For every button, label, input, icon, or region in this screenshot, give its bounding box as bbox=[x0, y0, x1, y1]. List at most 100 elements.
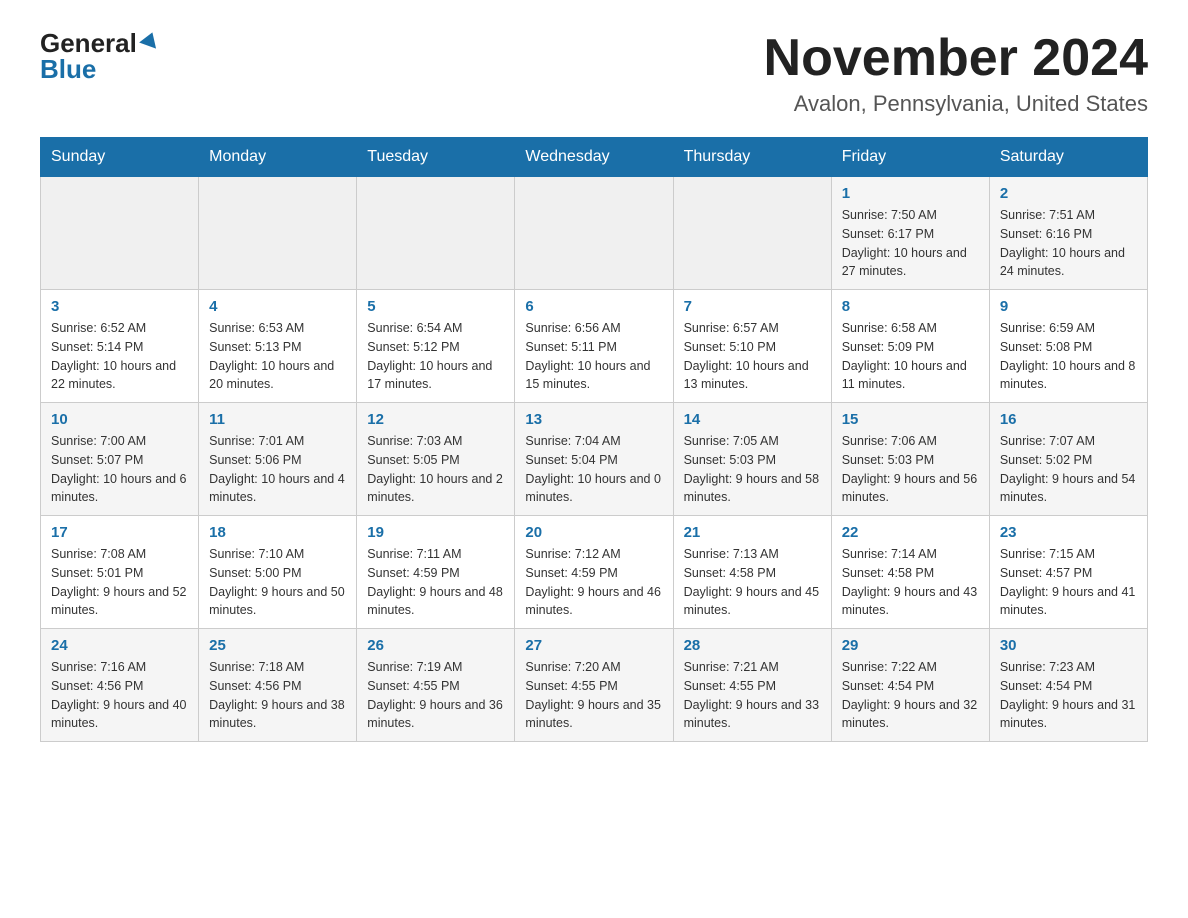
day-number: 11 bbox=[209, 411, 346, 428]
day-info: Sunrise: 7:13 AM Sunset: 4:58 PM Dayligh… bbox=[684, 545, 821, 620]
day-number: 23 bbox=[1000, 524, 1137, 541]
calendar-day-cell: 10 Sunrise: 7:00 AM Sunset: 5:07 PM Dayli… bbox=[41, 403, 199, 516]
day-number: 1 bbox=[842, 185, 979, 202]
calendar-day-cell: 20 Sunrise: 7:12 AM Sunset: 4:59 PM Dayli… bbox=[515, 516, 673, 629]
calendar-day-cell: 29 Sunrise: 7:22 AM Sunset: 4:54 PM Dayli… bbox=[831, 629, 989, 742]
calendar-day-cell: 11Sunrise: 7:01 AM Sunset: 5:06 PM Dayli… bbox=[199, 403, 357, 516]
day-number: 18 bbox=[209, 524, 346, 541]
day-info: Sunrise: 6:58 AM Sunset: 5:09 PM Dayligh… bbox=[842, 319, 979, 394]
calendar-day-cell: 22Sunrise: 7:14 AM Sunset: 4:58 PM Dayli… bbox=[831, 516, 989, 629]
day-number: 28 bbox=[684, 637, 821, 654]
calendar-day-cell: 26 Sunrise: 7:19 AM Sunset: 4:55 PM Dayli… bbox=[357, 629, 515, 742]
day-info: Sunrise: 7:23 AM Sunset: 4:54 PM Dayligh… bbox=[1000, 658, 1137, 733]
calendar-day-cell: 2 Sunrise: 7:51 AM Sunset: 6:16 PM Daylig… bbox=[989, 177, 1147, 290]
day-number: 20 bbox=[525, 524, 662, 541]
calendar-day-cell: 18 Sunrise: 7:10 AM Sunset: 5:00 PM Dayli… bbox=[199, 516, 357, 629]
calendar-day-cell: 6 Sunrise: 6:56 AM Sunset: 5:11 PM Daylig… bbox=[515, 290, 673, 403]
calendar-day-cell: 17 Sunrise: 7:08 AM Sunset: 5:01 PM Dayli… bbox=[41, 516, 199, 629]
day-info: Sunrise: 7:07 AM Sunset: 5:02 PM Dayligh… bbox=[1000, 432, 1137, 507]
day-info: Sunrise: 6:52 AM Sunset: 5:14 PM Dayligh… bbox=[51, 319, 188, 394]
calendar-day-cell: 9Sunrise: 6:59 AM Sunset: 5:08 PM Daylig… bbox=[989, 290, 1147, 403]
calendar-header-sunday: Sunday bbox=[41, 138, 199, 177]
month-title: November 2024 bbox=[764, 30, 1148, 87]
day-info: Sunrise: 7:16 AM Sunset: 4:56 PM Dayligh… bbox=[51, 658, 188, 733]
day-info: Sunrise: 7:20 AM Sunset: 4:55 PM Dayligh… bbox=[525, 658, 662, 733]
day-number: 27 bbox=[525, 637, 662, 654]
calendar-header-monday: Monday bbox=[199, 138, 357, 177]
calendar-day-cell: 21 Sunrise: 7:13 AM Sunset: 4:58 PM Dayli… bbox=[673, 516, 831, 629]
calendar-day-cell: 12 Sunrise: 7:03 AM Sunset: 5:05 PM Dayli… bbox=[357, 403, 515, 516]
calendar-day-cell bbox=[199, 177, 357, 290]
day-info: Sunrise: 7:18 AM Sunset: 4:56 PM Dayligh… bbox=[209, 658, 346, 733]
day-info: Sunrise: 7:10 AM Sunset: 5:00 PM Dayligh… bbox=[209, 545, 346, 620]
day-info: Sunrise: 6:53 AM Sunset: 5:13 PM Dayligh… bbox=[209, 319, 346, 394]
day-info: Sunrise: 7:04 AM Sunset: 5:04 PM Dayligh… bbox=[525, 432, 662, 507]
day-info: Sunrise: 7:05 AM Sunset: 5:03 PM Dayligh… bbox=[684, 432, 821, 507]
day-info: Sunrise: 7:12 AM Sunset: 4:59 PM Dayligh… bbox=[525, 545, 662, 620]
day-number: 29 bbox=[842, 637, 979, 654]
day-number: 17 bbox=[51, 524, 188, 541]
day-number: 6 bbox=[525, 298, 662, 315]
day-info: Sunrise: 7:03 AM Sunset: 5:05 PM Dayligh… bbox=[367, 432, 504, 507]
location-title: Avalon, Pennsylvania, United States bbox=[764, 91, 1148, 117]
calendar-day-cell: 15 Sunrise: 7:06 AM Sunset: 5:03 PM Dayli… bbox=[831, 403, 989, 516]
calendar-day-cell: 3 Sunrise: 6:52 AM Sunset: 5:14 PM Daylig… bbox=[41, 290, 199, 403]
day-number: 30 bbox=[1000, 637, 1137, 654]
calendar-header-friday: Friday bbox=[831, 138, 989, 177]
day-number: 7 bbox=[684, 298, 821, 315]
day-info: Sunrise: 7:21 AM Sunset: 4:55 PM Dayligh… bbox=[684, 658, 821, 733]
day-number: 25 bbox=[209, 637, 346, 654]
day-number: 15 bbox=[842, 411, 979, 428]
calendar-header-saturday: Saturday bbox=[989, 138, 1147, 177]
logo-blue-text: Blue bbox=[40, 56, 96, 82]
calendar-day-cell: 8 Sunrise: 6:58 AM Sunset: 5:09 PM Daylig… bbox=[831, 290, 989, 403]
day-info: Sunrise: 7:00 AM Sunset: 5:07 PM Dayligh… bbox=[51, 432, 188, 507]
calendar-day-cell bbox=[357, 177, 515, 290]
day-info: Sunrise: 7:14 AM Sunset: 4:58 PM Dayligh… bbox=[842, 545, 979, 620]
day-number: 12 bbox=[367, 411, 504, 428]
calendar: SundayMondayTuesdayWednesdayThursdayFrid… bbox=[40, 137, 1148, 742]
day-number: 9 bbox=[1000, 298, 1137, 315]
day-info: Sunrise: 7:19 AM Sunset: 4:55 PM Dayligh… bbox=[367, 658, 504, 733]
calendar-header-tuesday: Tuesday bbox=[357, 138, 515, 177]
calendar-day-cell: 25 Sunrise: 7:18 AM Sunset: 4:56 PM Dayli… bbox=[199, 629, 357, 742]
day-info: Sunrise: 7:50 AM Sunset: 6:17 PM Dayligh… bbox=[842, 206, 979, 281]
day-info: Sunrise: 6:56 AM Sunset: 5:11 PM Dayligh… bbox=[525, 319, 662, 394]
calendar-day-cell: 4 Sunrise: 6:53 AM Sunset: 5:13 PM Daylig… bbox=[199, 290, 357, 403]
day-number: 10 bbox=[51, 411, 188, 428]
calendar-day-cell: 14Sunrise: 7:05 AM Sunset: 5:03 PM Dayli… bbox=[673, 403, 831, 516]
calendar-day-cell: 7 Sunrise: 6:57 AM Sunset: 5:10 PM Daylig… bbox=[673, 290, 831, 403]
title-area: November 2024 Avalon, Pennsylvania, Unit… bbox=[764, 30, 1148, 117]
day-number: 19 bbox=[367, 524, 504, 541]
day-number: 24 bbox=[51, 637, 188, 654]
calendar-day-cell bbox=[41, 177, 199, 290]
logo: General Blue bbox=[40, 30, 159, 82]
day-number: 8 bbox=[842, 298, 979, 315]
calendar-week-row: 3 Sunrise: 6:52 AM Sunset: 5:14 PM Daylig… bbox=[41, 290, 1148, 403]
day-number: 26 bbox=[367, 637, 504, 654]
calendar-day-cell: 24 Sunrise: 7:16 AM Sunset: 4:56 PM Dayli… bbox=[41, 629, 199, 742]
day-number: 3 bbox=[51, 298, 188, 315]
day-number: 5 bbox=[367, 298, 504, 315]
calendar-week-row: 24 Sunrise: 7:16 AM Sunset: 4:56 PM Dayli… bbox=[41, 629, 1148, 742]
calendar-day-cell: 13 Sunrise: 7:04 AM Sunset: 5:04 PM Dayli… bbox=[515, 403, 673, 516]
day-number: 16 bbox=[1000, 411, 1137, 428]
calendar-week-row: 10 Sunrise: 7:00 AM Sunset: 5:07 PM Dayli… bbox=[41, 403, 1148, 516]
day-number: 21 bbox=[684, 524, 821, 541]
calendar-header-row: SundayMondayTuesdayWednesdayThursdayFrid… bbox=[41, 138, 1148, 177]
calendar-day-cell: 1 Sunrise: 7:50 AM Sunset: 6:17 PM Daylig… bbox=[831, 177, 989, 290]
calendar-week-row: 1 Sunrise: 7:50 AM Sunset: 6:17 PM Daylig… bbox=[41, 177, 1148, 290]
day-info: Sunrise: 7:06 AM Sunset: 5:03 PM Dayligh… bbox=[842, 432, 979, 507]
day-info: Sunrise: 7:51 AM Sunset: 6:16 PM Dayligh… bbox=[1000, 206, 1137, 281]
day-number: 13 bbox=[525, 411, 662, 428]
day-number: 2 bbox=[1000, 185, 1137, 202]
day-info: Sunrise: 6:54 AM Sunset: 5:12 PM Dayligh… bbox=[367, 319, 504, 394]
calendar-day-cell bbox=[515, 177, 673, 290]
day-info: Sunrise: 7:11 AM Sunset: 4:59 PM Dayligh… bbox=[367, 545, 504, 620]
calendar-day-cell: 23Sunrise: 7:15 AM Sunset: 4:57 PM Dayli… bbox=[989, 516, 1147, 629]
calendar-week-row: 17 Sunrise: 7:08 AM Sunset: 5:01 PM Dayli… bbox=[41, 516, 1148, 629]
day-info: Sunrise: 7:08 AM Sunset: 5:01 PM Dayligh… bbox=[51, 545, 188, 620]
day-number: 4 bbox=[209, 298, 346, 315]
day-info: Sunrise: 7:22 AM Sunset: 4:54 PM Dayligh… bbox=[842, 658, 979, 733]
day-info: Sunrise: 6:57 AM Sunset: 5:10 PM Dayligh… bbox=[684, 319, 821, 394]
